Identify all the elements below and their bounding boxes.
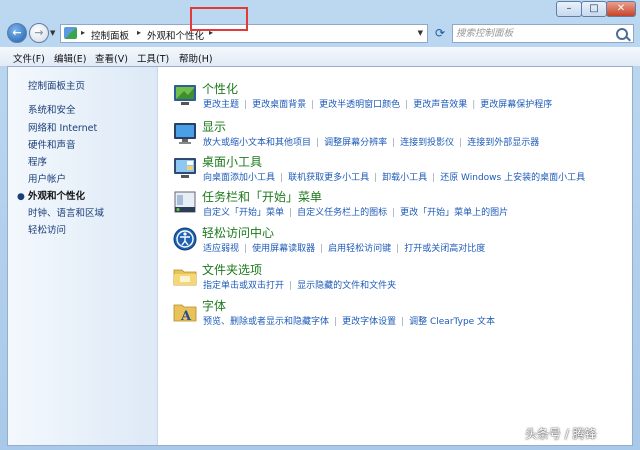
category-links: 指定单击或双击打开 | 显示隐藏的文件和文件夹: [203, 281, 397, 291]
category-links: 更改主题 | 更改桌面背景 | 更改半透明窗口颜色 | 更改声音效果 | 更改屏幕保护程序: [203, 100, 553, 110]
link-window-color[interactable]: 更改半透明窗口颜色: [319, 100, 400, 110]
link-external-display[interactable]: 连接到外部显示器: [467, 138, 539, 148]
gadgets-icon[interactable]: [172, 155, 198, 181]
link-show-hidden-files[interactable]: 显示隐藏的文件和文件夹: [297, 281, 396, 291]
category-title[interactable]: 文件夹选项: [202, 261, 262, 278]
sidebar-item-appearance: 外观和个性化: [28, 191, 86, 202]
category-title[interactable]: 显示: [202, 118, 226, 135]
content-area: 控制面板主页 系统和安全 网络和 Internet 硬件和声音 程序 用户帐户 …: [7, 66, 633, 446]
link-screen-resolution[interactable]: 调整屏幕分辨率: [324, 138, 387, 148]
menu-file[interactable]: 文件(F): [13, 51, 45, 65]
address-row: ← → ▼ ▸ 控制面板 ▸ 外观和个性化 ▸ ▼ ⟳: [0, 20, 640, 46]
search-input[interactable]: [456, 26, 606, 41]
category-folder-options: 文件夹选项 指定单击或双击打开 | 显示隐藏的文件和文件夹: [158, 261, 628, 295]
link-add-gadgets[interactable]: 向桌面添加小工具: [203, 173, 275, 183]
fonts-icon[interactable]: A: [172, 299, 198, 325]
link-screen-saver[interactable]: 更改屏幕保护程序: [480, 100, 552, 110]
menu-edit[interactable]: 编辑(E): [54, 51, 86, 65]
search-box[interactable]: [452, 24, 634, 43]
refresh-icon[interactable]: ⟳: [431, 24, 449, 43]
sidebar-item-system-security[interactable]: 系统和安全: [28, 102, 76, 116]
category-taskbar: 任务栏和「开始」菜单 自定义「开始」菜单 | 自定义任务栏上的图标 | 更改「开始」菜单…: [158, 188, 628, 222]
sidebar-item-clock-language[interactable]: 时钟、语言和区域: [28, 205, 104, 219]
category-display: 显示 放大或缩小文本和其他项目 | 调整屏幕分辨率 | 连接到投影仪 | 连接到外部显示器: [158, 118, 628, 152]
breadcrumb-control-panel[interactable]: 控制面板: [91, 28, 129, 42]
link-high-contrast[interactable]: 打开或关闭高对比度: [404, 244, 485, 254]
svg-text:A: A: [180, 309, 192, 324]
category-ease-of-access: 轻松访问中心 适应弱视 | 使用屏幕读取器 | 启用轻松访问键 | 打开或关闭高对比度: [158, 224, 628, 258]
category-title[interactable]: 轻松访问中心: [202, 224, 274, 241]
sidebar-item-programs[interactable]: 程序: [28, 154, 47, 168]
menu-tools[interactable]: 工具(T): [137, 51, 169, 65]
menu-view[interactable]: 查看(V): [95, 51, 128, 65]
forward-arrow-icon[interactable]: →: [29, 23, 49, 43]
category-links: 适应弱视 | 使用屏幕读取器 | 启用轻松访问键 | 打开或关闭高对比度: [203, 244, 486, 254]
link-resize-text[interactable]: 放大或缩小文本和其他项目: [203, 138, 311, 148]
link-get-more-gadgets[interactable]: 联机获取更多小工具: [288, 173, 369, 183]
category-links: 自定义「开始」菜单 | 自定义任务栏上的图标 | 更改「开始」菜单上的图片: [203, 208, 509, 218]
category-links: 预览、删除或者显示和隐藏字体 | 更改字体设置 | 调整 ClearType 文本: [203, 317, 496, 327]
link-change-theme[interactable]: 更改主题: [203, 100, 239, 110]
category-title[interactable]: 任务栏和「开始」菜单: [202, 188, 322, 205]
menu-help[interactable]: 帮助(H): [179, 51, 213, 65]
breadcrumb-separator-icon[interactable]: ▸: [81, 28, 85, 37]
link-font-settings[interactable]: 更改字体设置: [342, 317, 396, 327]
sidebar-item-user-accounts[interactable]: 用户帐户: [28, 171, 66, 185]
category-fonts: A 字体 预览、删除或者显示和隐藏字体 | 更改字体设置 | 调整 ClearType …: [158, 297, 628, 331]
back-arrow-icon[interactable]: ←: [7, 23, 27, 43]
watermark: 头条号 / 腾锋: [525, 427, 597, 441]
search-icon[interactable]: [616, 28, 628, 40]
personalization-icon[interactable]: [172, 82, 198, 108]
minimize-button[interactable]: –: [556, 1, 582, 17]
close-button[interactable]: ✕: [606, 1, 636, 17]
display-icon[interactable]: [172, 120, 198, 146]
sidebar-item-home[interactable]: 控制面板主页: [28, 78, 85, 92]
category-links: 放大或缩小文本和其他项目 | 调整屏幕分辨率 | 连接到投影仪 | 连接到外部显示器: [203, 138, 540, 148]
address-dropdown-icon[interactable]: ▼: [418, 29, 423, 37]
link-restore-gadgets[interactable]: 还原 Windows 上安装的桌面小工具: [440, 173, 585, 183]
category-title[interactable]: 字体: [202, 297, 226, 314]
category-title[interactable]: 桌面小工具: [202, 153, 262, 170]
link-start-menu-picture[interactable]: 更改「开始」菜单上的图片: [400, 208, 508, 218]
link-access-keys[interactable]: 启用轻松访问键: [328, 244, 391, 254]
link-cleartype[interactable]: 调整 ClearType 文本: [409, 317, 495, 327]
link-uninstall-gadget[interactable]: 卸载小工具: [382, 173, 427, 183]
highlight-box: [190, 7, 248, 31]
link-screen-reader[interactable]: 使用屏幕读取器: [252, 244, 315, 254]
category-gadgets: 桌面小工具 向桌面添加小工具 | 联机获取更多小工具 | 卸载小工具 | 还原 Window…: [158, 153, 628, 187]
link-taskbar-icons[interactable]: 自定义任务栏上的图标: [297, 208, 387, 218]
link-customize-start-menu[interactable]: 自定义「开始」菜单: [203, 208, 284, 218]
sidebar: 控制面板主页 系统和安全 网络和 Internet 硬件和声音 程序 用户帐户 …: [8, 67, 158, 445]
ease-of-access-icon[interactable]: [172, 226, 198, 252]
link-desktop-background[interactable]: 更改桌面背景: [252, 100, 306, 110]
link-manage-fonts[interactable]: 预览、删除或者显示和隐藏字体: [203, 317, 329, 327]
taskbar-icon[interactable]: [172, 190, 198, 216]
sidebar-item-network[interactable]: 网络和 Internet: [28, 120, 97, 134]
breadcrumb-separator-icon[interactable]: ▸: [137, 28, 141, 37]
control-panel-window: – □ ✕ ← → ▼ ▸ 控制面板 ▸ 外观和个性化 ▸ ▼ ⟳ 文件(F) …: [0, 0, 640, 450]
category-personalization: 个性化 更改主题 | 更改桌面背景 | 更改半透明窗口颜色 | 更改声音效果 | 更改屏幕保护程…: [158, 80, 628, 114]
link-single-double-click[interactable]: 指定单击或双击打开: [203, 281, 284, 291]
folder-options-icon[interactable]: [172, 263, 198, 289]
category-links: 向桌面添加小工具 | 联机获取更多小工具 | 卸载小工具 | 还原 Windows 上安装的…: [203, 173, 586, 183]
maximize-button[interactable]: □: [581, 1, 607, 17]
main-panel: 个性化 更改主题 | 更改桌面背景 | 更改半透明窗口颜色 | 更改声音效果 | 更改屏幕保护程…: [158, 67, 632, 445]
active-bullet-icon: ●: [17, 192, 25, 202]
menu-bar: 文件(F) 编辑(E) 查看(V) 工具(T) 帮助(H): [0, 47, 640, 67]
recent-pages-dropdown-icon[interactable]: ▼: [50, 29, 55, 37]
link-sound-effects[interactable]: 更改声音效果: [413, 100, 467, 110]
link-connect-projector[interactable]: 连接到投影仪: [400, 138, 454, 148]
sidebar-item-ease-of-access[interactable]: 轻松访问: [28, 222, 66, 236]
title-bar: – □ ✕: [0, 0, 640, 20]
link-low-vision[interactable]: 适应弱视: [203, 244, 239, 254]
category-title[interactable]: 个性化: [202, 80, 238, 97]
sidebar-item-hardware-sound[interactable]: 硬件和声音: [28, 137, 76, 151]
control-panel-icon: [64, 27, 77, 39]
